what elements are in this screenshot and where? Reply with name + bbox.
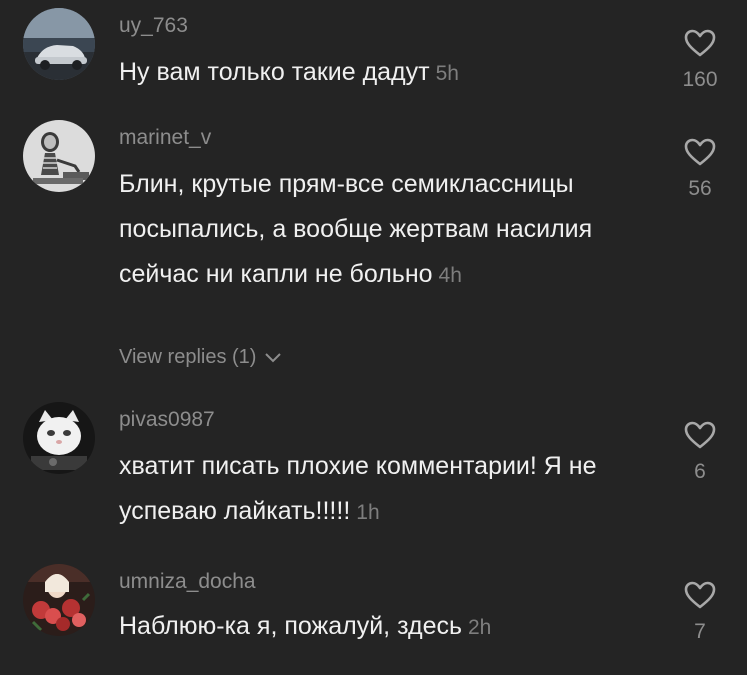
comment-text: Ну вам только такие дадут 5h (119, 50, 649, 96)
view-replies-label: View replies (1) (119, 346, 257, 368)
like-button[interactable]: 56 (668, 137, 732, 201)
like-count: 7 (694, 620, 706, 643)
avatar[interactable] (23, 8, 95, 80)
like-button[interactable]: 6 (668, 420, 732, 484)
username[interactable]: marinet_v (119, 126, 211, 150)
comment-time: 2h (468, 616, 492, 639)
heart-outline-icon (684, 581, 716, 609)
skeleton-photo-avatar (23, 120, 95, 192)
heart-outline-icon (684, 421, 716, 449)
heart-outline-icon (684, 29, 716, 57)
avatar[interactable] (23, 564, 95, 636)
like-button[interactable]: 160 (668, 28, 732, 92)
username[interactable]: uy_763 (119, 14, 188, 38)
flowers-photo-avatar (23, 564, 95, 636)
cat-photo-avatar (23, 402, 95, 474)
car-photo-avatar (23, 8, 95, 80)
comment-text: Блин, крутые прям-все семиклассницы посы… (119, 162, 649, 298)
comment-text: хватит писать плохие комментарии! Я не у… (119, 444, 649, 535)
like-button[interactable]: 7 (668, 580, 732, 644)
comment-time: 1h (356, 501, 380, 524)
like-count: 160 (682, 68, 718, 91)
chevron-down-icon (265, 353, 281, 363)
avatar[interactable] (23, 120, 95, 192)
comment-time: 5h (435, 62, 459, 85)
username[interactable]: umniza_docha (119, 570, 256, 594)
comment-text: Наблюю-ка я, пожалуй, здесь 2h (119, 604, 649, 650)
comment-body: Наблюю-ка я, пожалуй, здесь (119, 612, 462, 640)
view-replies-button[interactable]: View replies (1) (119, 346, 282, 369)
comment-time: 4h (438, 264, 462, 287)
like-count: 6 (694, 460, 706, 483)
avatar[interactable] (23, 402, 95, 474)
heart-outline-icon (684, 138, 716, 166)
comment-body: Блин, крутые прям-все семиклассницы посы… (119, 170, 593, 288)
comment-body: Ну вам только такие дадут (119, 58, 430, 86)
like-count: 56 (688, 177, 712, 200)
username[interactable]: pivas0987 (119, 408, 215, 432)
